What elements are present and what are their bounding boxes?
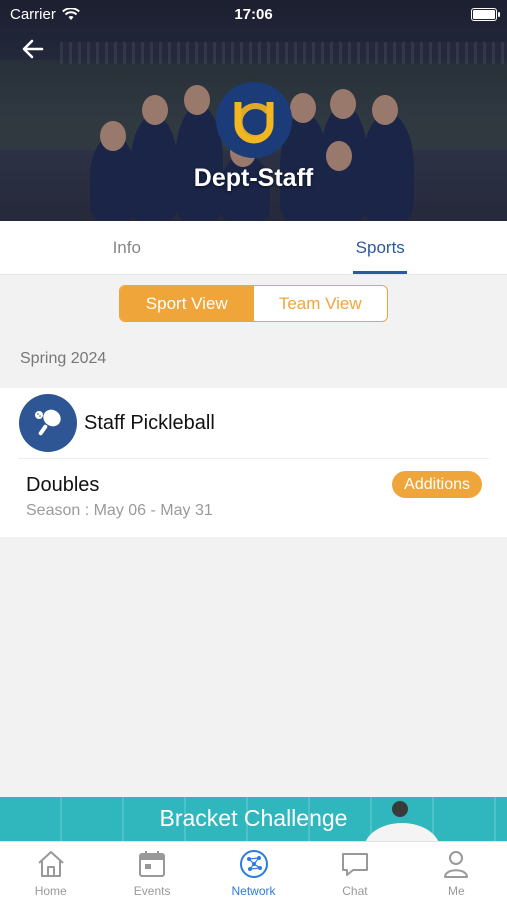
team-name: Dept-Staff (193, 164, 314, 192)
nav-network-label: Network (231, 884, 276, 898)
league-dates: Season : May 06 - May 31 (26, 502, 213, 519)
active-tab-indicator (353, 271, 408, 274)
back-arrow-icon (22, 39, 44, 59)
nav-network[interactable]: Network (203, 842, 304, 900)
person-illustration-icon (365, 801, 439, 841)
status-time: 17:06 (234, 5, 273, 23)
team-logo (216, 82, 292, 158)
battery-icon (471, 7, 500, 21)
tab-info[interactable]: Info (0, 221, 254, 274)
tab-bar: Info Sports (0, 221, 507, 275)
nav-me[interactable]: Me (406, 842, 507, 900)
home-icon (38, 851, 64, 877)
back-button[interactable] (20, 36, 46, 62)
season-label: Spring 2024 (20, 350, 107, 367)
tab-sports-label: Sports (355, 237, 405, 257)
chat-icon (341, 853, 368, 876)
team-view-button[interactable]: Team View (254, 286, 388, 321)
pickleball-icon (19, 394, 77, 452)
bracket-challenge-banner[interactable]: Bracket Challenge (0, 797, 507, 841)
bottom-nav: Home Events Network Chat Me (0, 841, 507, 900)
sport-view-button[interactable]: Sport View (120, 286, 254, 321)
view-toggle: Sport View Team View (119, 285, 388, 322)
nav-events-label: Events (133, 884, 171, 898)
sport-name: Staff Pickleball (84, 411, 215, 434)
nav-chat[interactable]: Chat (304, 842, 405, 900)
uc-logo-icon (234, 102, 274, 144)
tab-info-label: Info (112, 237, 141, 257)
user-icon (444, 851, 469, 878)
nav-chat-label: Chat (342, 884, 368, 898)
nav-me-label: Me (447, 884, 465, 898)
tab-sports[interactable]: Sports (254, 221, 507, 274)
league-name[interactable]: Doubles (26, 474, 99, 497)
sport-header[interactable]: Staff Pickleball (0, 388, 507, 458)
network-icon (239, 850, 268, 878)
additions-badge[interactable]: Additions (392, 471, 482, 498)
nav-events[interactable]: Events (101, 842, 202, 900)
calendar-icon (139, 851, 166, 877)
sport-card: Staff Pickleball Doubles Season : May 06… (0, 388, 507, 537)
nav-home-label: Home (34, 884, 67, 898)
status-bar: Carrier 17:06 (0, 0, 507, 28)
nav-home[interactable]: Home (0, 842, 101, 900)
divider (18, 458, 489, 459)
